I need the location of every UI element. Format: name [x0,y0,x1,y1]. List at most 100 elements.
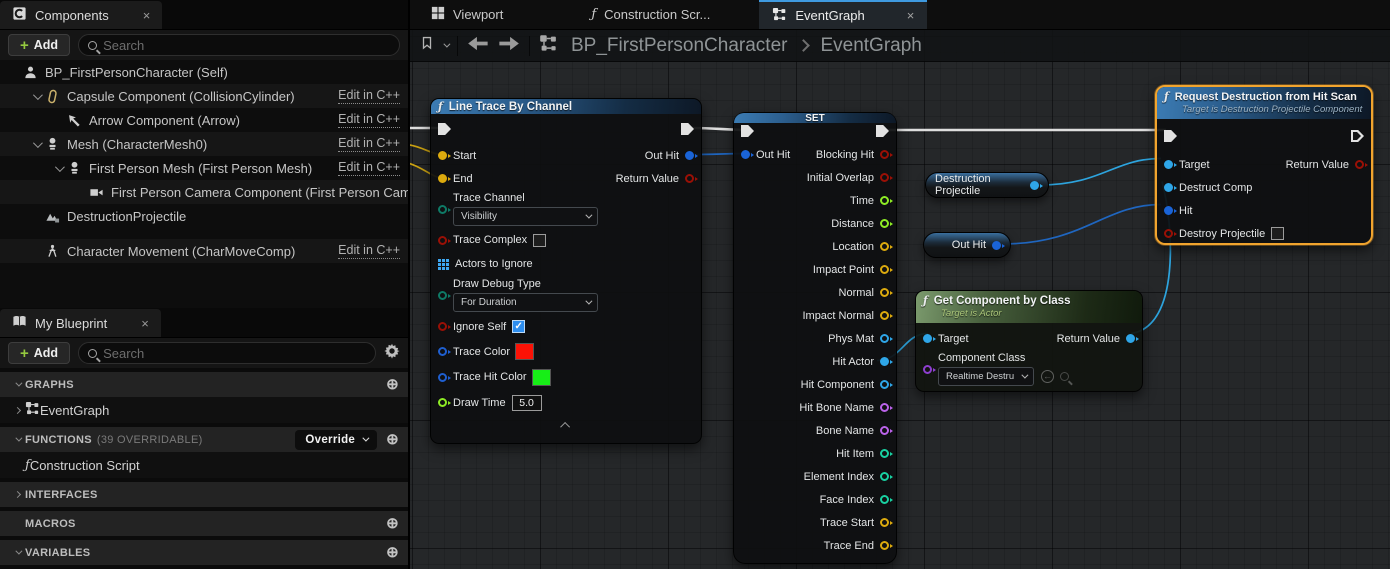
bone-name-pin[interactable] [880,426,889,435]
expander-icon[interactable] [9,437,25,442]
end-pin[interactable] [438,174,447,183]
tree-row[interactable]: First Person Camera Component (First Per… [0,180,408,204]
my-blueprint-search[interactable] [78,342,376,364]
impact-normal-pin[interactable] [880,311,889,320]
element-index-pin[interactable] [880,472,889,481]
node-get-component-by-class[interactable]: ƒ Get Component by Class Target is Actor… [915,290,1143,392]
gear-icon[interactable] [384,343,400,364]
add-icon[interactable]: ⊕ [386,545,399,560]
out-hit-out-pin[interactable] [992,241,1001,250]
trace-hit-color-pin[interactable] [438,373,447,382]
edit-in-cpp-link[interactable]: Edit in C++ [338,136,400,152]
normal-pin[interactable] [880,288,889,297]
destruct-comp-pin[interactable] [1164,183,1173,192]
expander-icon[interactable] [9,550,25,555]
add-icon[interactable]: ⊕ [386,432,399,447]
tree-row[interactable]: Capsule Component (CollisionCylinder)Edi… [0,84,408,108]
expander-icon[interactable] [28,141,44,148]
breadcrumb-current[interactable]: EventGraph [820,35,921,57]
expander-icon[interactable] [9,492,25,497]
add-component-button[interactable]: + Add [8,34,70,56]
return-value-pin[interactable] [1355,160,1364,169]
collapse-node-button[interactable] [431,415,701,435]
ignore-self-checkbox[interactable]: ✓ [512,320,525,333]
trace-complex-pin[interactable] [438,236,447,245]
components-search[interactable] [78,34,400,56]
expander-icon[interactable] [28,93,44,100]
tab-my-blueprint[interactable]: My Blueprint × [0,309,161,337]
phys-mat-pin[interactable] [880,334,889,343]
event-graph-canvas[interactable]: ƒ Line Trace By Channel Start Out Hit En… [410,30,1390,569]
draw-time-pin[interactable] [438,398,447,407]
trace-channel-pin[interactable] [438,205,447,214]
node-request-destruction-from-hit-scan[interactable]: ƒ Request Destruction from Hit Scan Targ… [1155,85,1373,245]
getter-out-hit[interactable]: Out Hit [923,232,1011,258]
tree-row[interactable]: First Person Mesh (First Person Mesh)Edi… [0,156,408,180]
out-hit-pin[interactable] [685,151,694,160]
breadcrumb-root[interactable]: BP_FirstPersonCharacter [571,35,787,57]
tree-row[interactable]: Arrow Component (Arrow)Edit in C++ [0,108,408,132]
getter-destruction-projectile[interactable]: Destruction Projectile [925,172,1049,198]
face-index-pin[interactable] [880,495,889,504]
edit-in-cpp-link[interactable]: Edit in C++ [338,112,400,128]
components-search-input[interactable] [103,38,390,53]
forward-arrow-icon[interactable] [498,36,520,56]
ignore-self-pin[interactable] [438,322,447,331]
tree-row[interactable]: DestructionProjectile [0,204,408,228]
use-asset-icon[interactable]: ← [1041,370,1054,383]
tab-construction-script[interactable]: ƒ Construction Scr... [578,0,723,29]
close-icon[interactable]: × [907,8,915,23]
destroy-projectile-pin[interactable] [1164,229,1173,238]
add-icon[interactable]: ⊕ [386,377,399,392]
back-arrow-icon[interactable] [467,36,489,56]
trace-start-pin[interactable] [880,518,889,527]
draw-debug-type-pin[interactable] [438,291,447,300]
destroy-projectile-checkbox[interactable] [1271,227,1284,240]
chevron-down-icon[interactable] [443,41,450,48]
array-pin-icon[interactable] [438,259,449,270]
trace-end-pin[interactable] [880,541,889,550]
my-blueprint-search-input[interactable] [103,346,366,361]
tab-eventgraph[interactable]: EventGraph × [759,0,927,29]
target-pin[interactable] [1164,160,1173,169]
impact-point-pin[interactable] [880,265,889,274]
trace-color-pin[interactable] [438,347,447,356]
close-icon[interactable]: × [141,316,149,331]
browse-icon[interactable] [1060,372,1069,381]
tree-row[interactable]: BP_FirstPersonCharacter (Self) [0,60,408,84]
hit-bone-name-pin[interactable] [880,403,889,412]
hit-actor-pin[interactable] [880,357,889,366]
time-pin[interactable] [880,196,889,205]
add-blueprint-item-button[interactable]: + Add [8,342,70,364]
out-hit-in-pin[interactable] [741,150,750,159]
section-macros[interactable]: MACROS⊕ [0,511,408,536]
return-value-pin[interactable] [685,174,694,183]
trace-complex-checkbox[interactable] [533,234,546,247]
exec-out-pin[interactable] [681,123,694,135]
return-value-pin[interactable] [1126,334,1135,343]
blocking-hit-pin[interactable] [880,150,889,159]
exec-in-pin[interactable] [1164,130,1177,142]
hit-pin[interactable] [1164,206,1173,215]
exec-out-pin[interactable] [1351,130,1364,142]
override-dropdown[interactable]: Override [295,430,377,450]
draw-time-input[interactable]: 5.0 [512,395,542,411]
location-pin[interactable] [880,242,889,251]
item-eventgraph[interactable]: EventGraph [0,397,408,423]
add-icon[interactable]: ⊕ [386,516,399,531]
close-icon[interactable]: × [143,8,151,23]
distance-pin[interactable] [880,219,889,228]
trace-hit-color-swatch[interactable] [533,370,550,385]
exec-out-pin[interactable] [876,125,889,137]
tree-row[interactable]: Mesh (CharacterMesh0)Edit in C++ [0,132,408,156]
bookmark-icon[interactable] [420,36,434,55]
initial-overlap-pin[interactable] [880,173,889,182]
exec-in-pin[interactable] [741,125,754,137]
tree-row[interactable]: Character Movement (CharMoveComp)Edit in… [0,239,408,263]
component-class-dropdown[interactable]: Realtime Destru [938,367,1034,386]
tab-viewport[interactable]: Viewport [418,0,516,29]
draw-debug-type-dropdown[interactable]: For Duration [453,293,598,312]
exec-in-pin[interactable] [438,123,451,135]
section-graphs[interactable]: GRAPHS⊕ [0,372,408,397]
hit-component-pin[interactable] [880,380,889,389]
